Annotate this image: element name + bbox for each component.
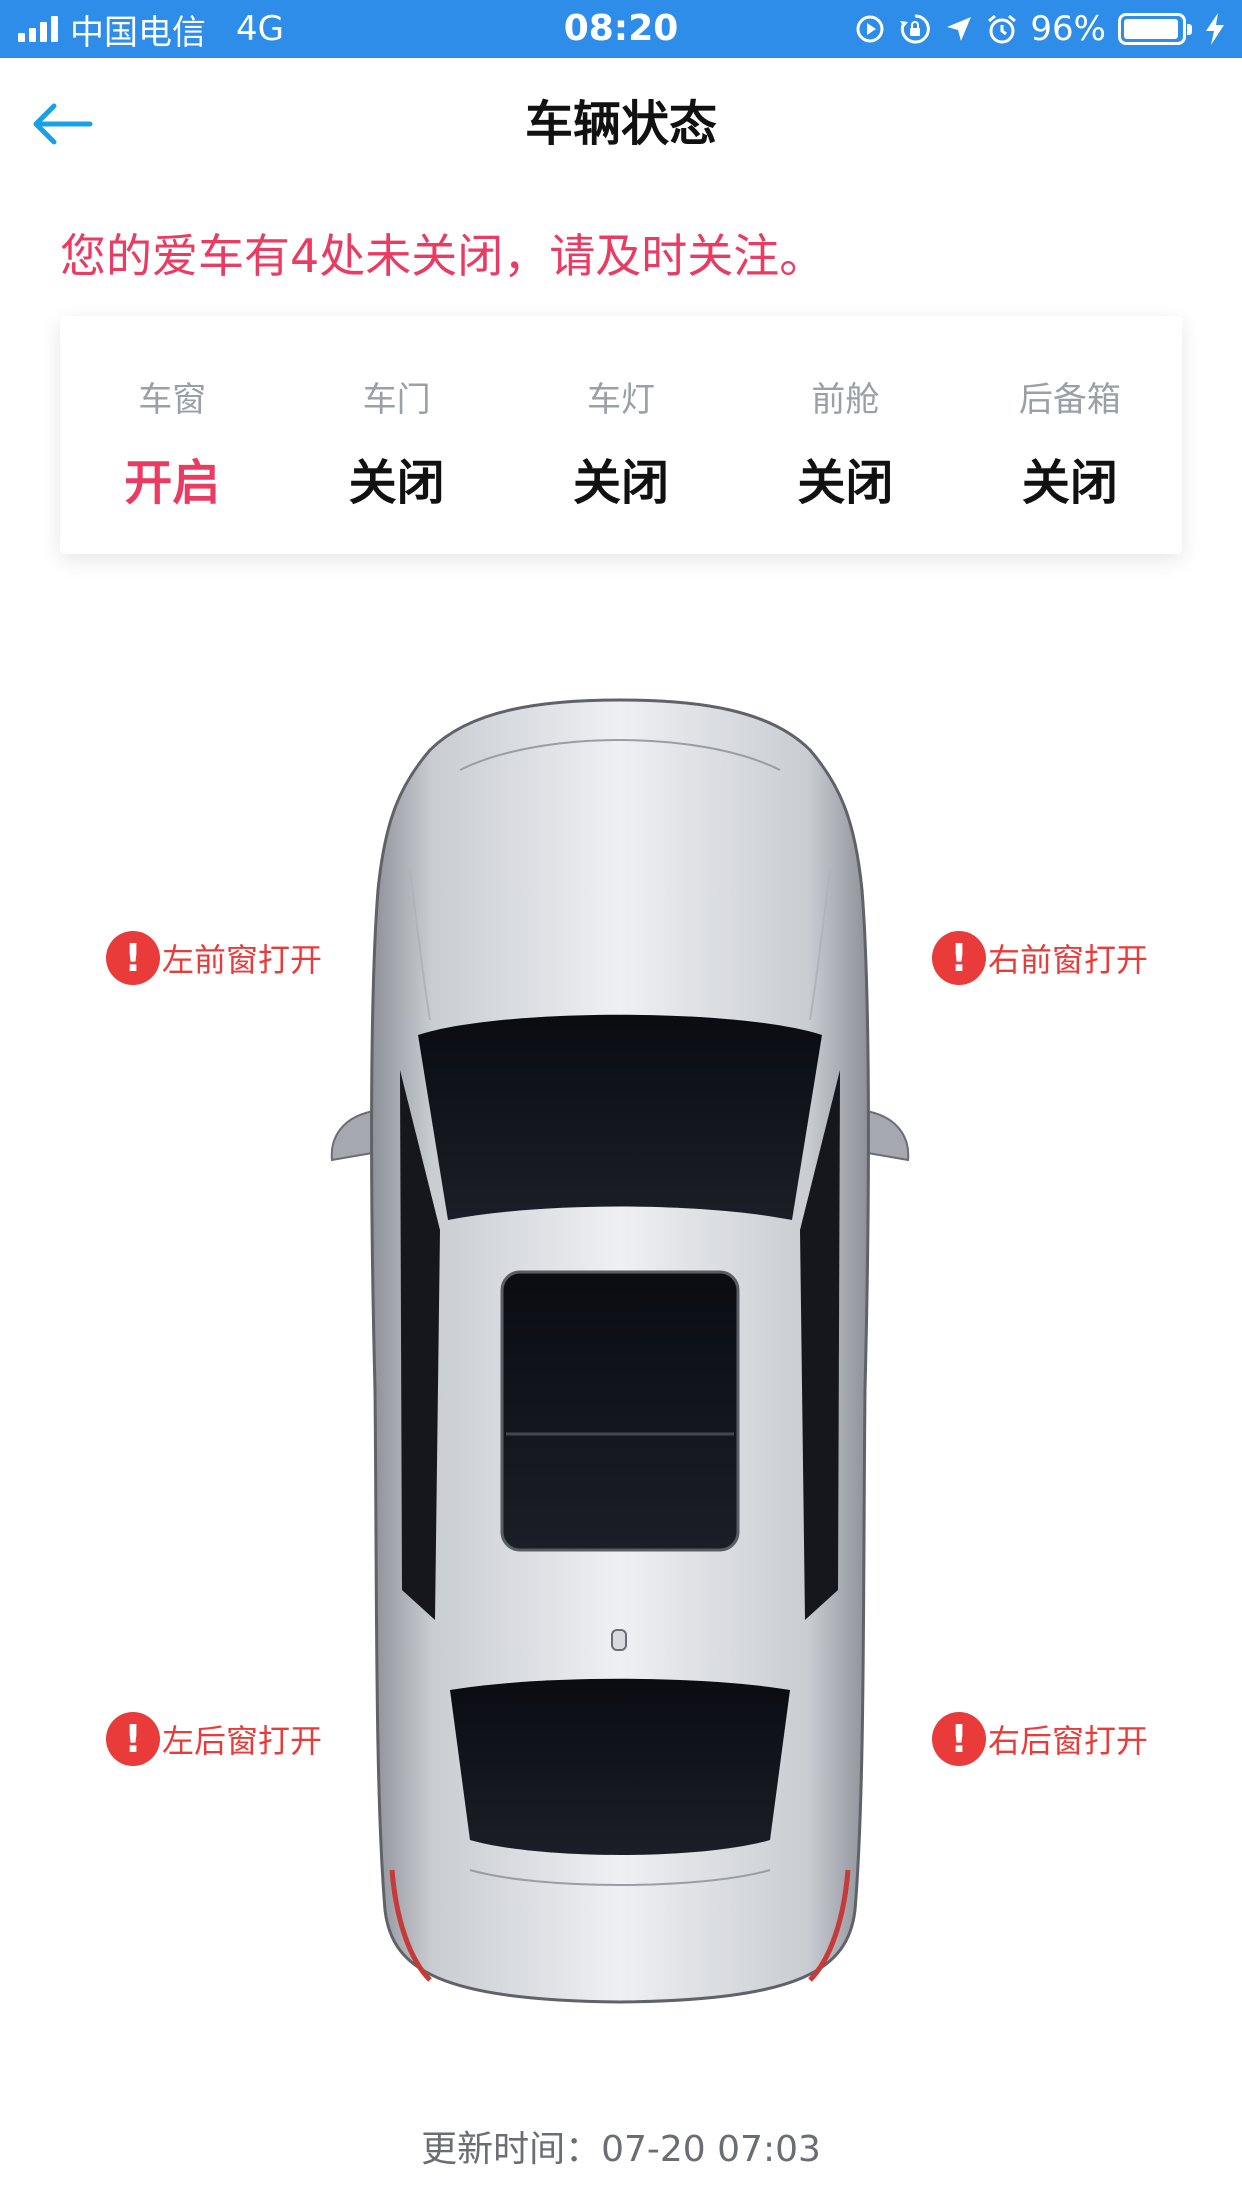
- status-value: 关闭: [573, 455, 670, 511]
- status-bar-right: 96%: [854, 0, 1226, 58]
- charging-bolt-icon: [1206, 13, 1224, 45]
- update-time: 更新时间：07-20 07:03: [421, 2129, 821, 2170]
- status-item-window: 车窗 开启: [60, 316, 284, 554]
- exclamation-icon: !: [932, 1712, 986, 1766]
- status-value: 关闭: [348, 455, 445, 511]
- exclamation-icon: !: [106, 1712, 160, 1766]
- nav-bar: 车辆状态: [0, 58, 1242, 190]
- status-item-light: 车灯 关闭: [509, 316, 733, 554]
- status-bar: 中国电信 4G 08:20 96%: [0, 0, 1242, 58]
- car-top-view-image: [330, 698, 910, 2004]
- status-card: 车窗 开启 车门 关闭 车灯 关闭 前舱 关闭 后备箱 关闭: [60, 316, 1182, 554]
- status-label: 车窗: [138, 380, 207, 420]
- exclamation-icon: !: [932, 931, 986, 985]
- rotation-lock-icon: [900, 14, 931, 44]
- status-label: 车灯: [587, 380, 656, 420]
- status-item-trunk: 后备箱 关闭: [958, 316, 1182, 554]
- alert-message: 您的爱车有4处未关闭，请及时关注。: [60, 229, 826, 283]
- warning-label: 左后窗打开: [162, 1722, 323, 1760]
- status-value: 关闭: [797, 455, 894, 511]
- status-label: 车门: [362, 380, 431, 420]
- warning-front-right: ! 右前窗打开: [932, 930, 1148, 986]
- status-item-hood: 前舱 关闭: [733, 316, 957, 554]
- warning-label: 左前窗打开: [162, 941, 323, 979]
- status-value: 开启: [124, 455, 221, 511]
- status-label: 前舱: [811, 380, 880, 420]
- warning-label: 右前窗打开: [988, 941, 1149, 979]
- warning-label: 右后窗打开: [988, 1722, 1149, 1760]
- page-title: 车辆状态: [524, 96, 717, 152]
- screen-record-icon: [856, 15, 884, 43]
- battery-icon: [1118, 13, 1192, 45]
- battery-percent: 96%: [1030, 9, 1106, 49]
- alarm-icon: [988, 14, 1017, 44]
- status-label: 后备箱: [1018, 380, 1121, 420]
- exclamation-icon: !: [106, 931, 160, 985]
- status-item-door: 车门 关闭: [284, 316, 508, 554]
- warning-rear-right: ! 右后窗打开: [932, 1711, 1148, 1767]
- warning-rear-left: ! 左后窗打开: [106, 1711, 322, 1767]
- status-value: 关闭: [1021, 455, 1118, 511]
- location-icon: [947, 17, 972, 41]
- warning-front-left: ! 左前窗打开: [106, 930, 322, 986]
